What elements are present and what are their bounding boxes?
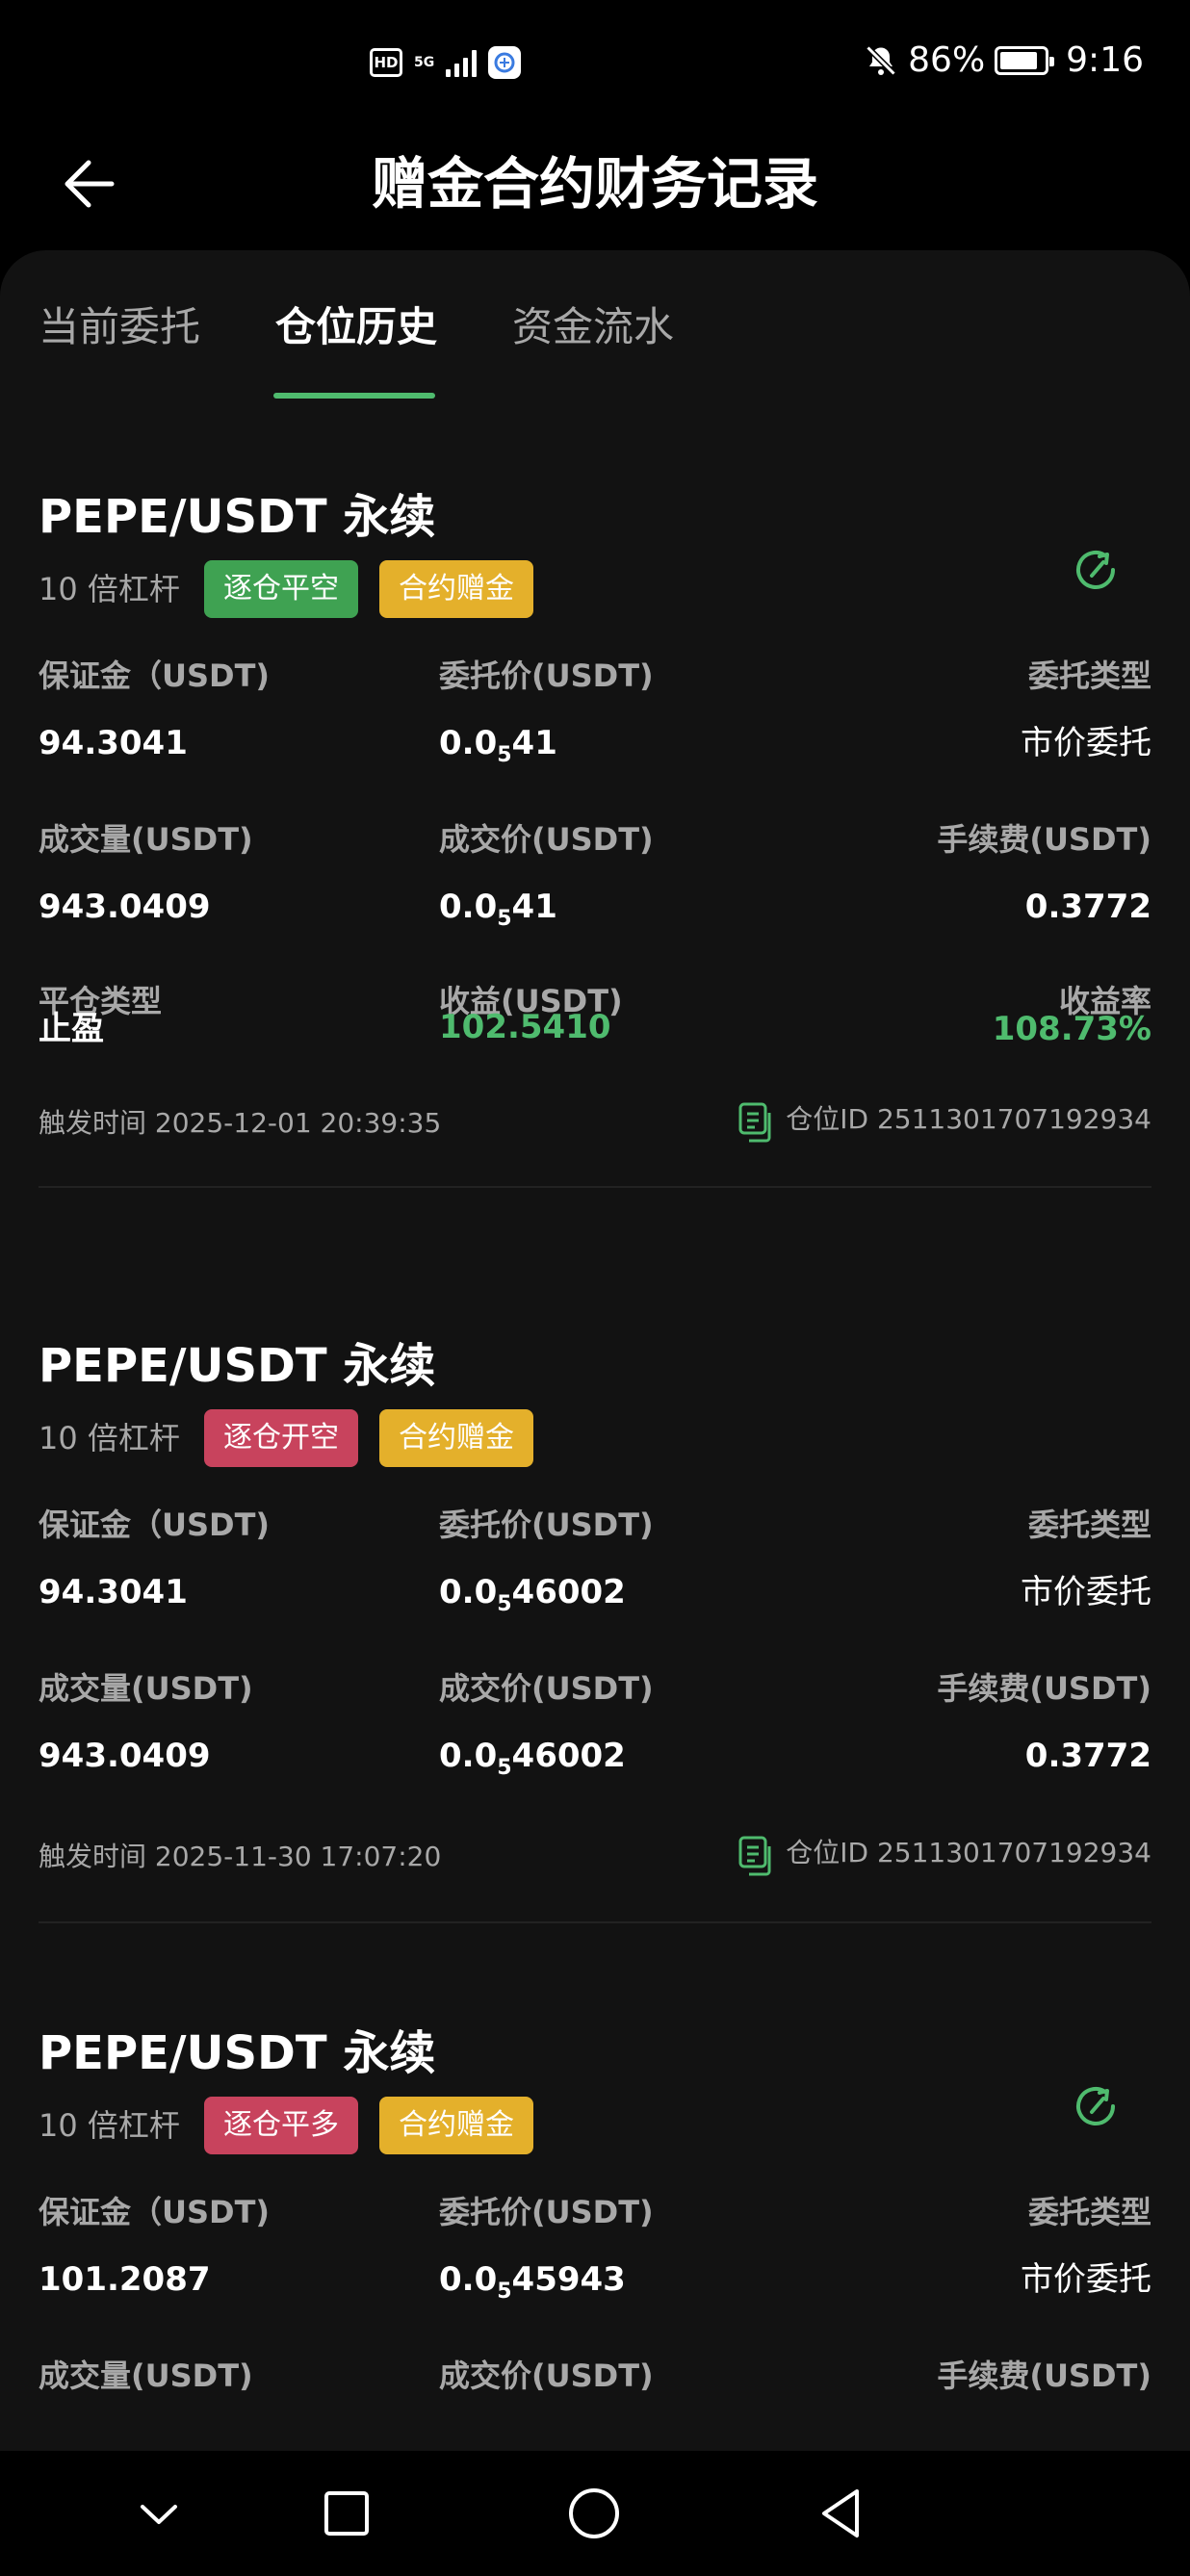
app-header: 赠金合约财务记录 [0, 135, 1190, 250]
order-price-value: 0.0545943 [439, 2260, 626, 2304]
margin-label: 保证金（USDT) [39, 2194, 271, 2230]
volume-label: 成交量(USDT) [39, 1670, 253, 1707]
signal-icon [446, 48, 478, 77]
position-id: 仓位ID 2511301707192934 [786, 1837, 1151, 1868]
active-tab-indicator [273, 393, 435, 399]
fee-label: 手续费(USDT) [937, 2357, 1151, 2394]
mute-bell-icon [866, 44, 896, 76]
margin-value: 94.3041 [39, 724, 188, 762]
home-icon[interactable] [560, 2480, 628, 2547]
trigger-time: 触发时间 2025-11-30 17:07:20 [39, 1841, 442, 1872]
close-type-value: 止盈 [39, 1010, 104, 1048]
record-card[interactable]: PEPE/USDT 永续 10 倍杠杆 逐仓开空 合约赠金 保证金（USDT) … [0, 1332, 1190, 1923]
volume-value: 943.0409 [39, 888, 211, 926]
volume-label: 成交量(USDT) [39, 2357, 253, 2394]
tab-bar: 当前委托 仓位历史 资金流水 [0, 250, 1190, 404]
fee-label: 手续费(USDT) [937, 821, 1151, 858]
fill-price-label: 成交价(USDT) [439, 2357, 654, 2394]
content-panel: 当前委托 仓位历史 资金流水 PEPE/USDT 永续 10 倍杠杆 逐仓平空 … [0, 250, 1190, 2455]
side-tag: 逐仓平多 [204, 2097, 358, 2154]
share-icon[interactable] [1067, 2077, 1125, 2135]
order-price-label: 委托价(USDT) [439, 2194, 654, 2230]
hd-icon: HD [370, 48, 402, 77]
profit-value: 102.5410 [439, 1008, 611, 1046]
order-type-label: 委托类型 [1027, 1507, 1151, 1543]
fill-price-label: 成交价(USDT) [439, 821, 654, 858]
battery-percent: 86% [908, 40, 986, 80]
record-card[interactable]: PEPE/USDT 永续 10 倍杠杆 逐仓平空 合约赠金 保证金（USDT) … [0, 483, 1190, 1022]
order-type-value: 市价委托 [1021, 2260, 1151, 2299]
volume-value: 943.0409 [39, 1737, 211, 1775]
order-price-label: 委托价(USDT) [439, 1507, 654, 1543]
status-left-icons: HD 5G [370, 46, 522, 79]
trading-pair: PEPE/USDT 永续 [39, 490, 436, 544]
margin-value: 94.3041 [39, 1573, 188, 1611]
record-card[interactable]: PEPE/USDT 永续 10 倍杠杆 逐仓平多 合约赠金 保证金（USDT) … [0, 2020, 1190, 2455]
network-type: 5G [414, 55, 435, 70]
copy-id-icon[interactable] [737, 1101, 776, 1144]
volume-label: 成交量(USDT) [39, 821, 253, 858]
trigger-time: 触发时间 2025-12-01 20:39:35 [39, 1107, 442, 1139]
divider [39, 1921, 1151, 1923]
clock: 9:16 [1066, 40, 1144, 80]
fee-value: 0.3772 [1024, 888, 1151, 926]
app-notification-icon [488, 46, 522, 79]
order-price-value: 0.0541 [439, 724, 557, 767]
page-title: 赠金合约财务记录 [371, 151, 818, 217]
record-card-continued: 止盈 102.5410 108.73% 触发时间 2025-12-01 20:3… [0, 1008, 1190, 1215]
fill-price-value: 0.0541 [439, 888, 557, 931]
system-nav-bar [0, 2451, 1190, 2576]
battery-icon [995, 45, 1055, 75]
side-tag: 逐仓平空 [204, 560, 358, 618]
position-id: 仓位ID 2511301707192934 [786, 1103, 1151, 1135]
tab-current-orders[interactable]: 当前委托 [39, 298, 200, 356]
status-bar: HD 5G 86% 9:16 [0, 0, 1190, 135]
share-icon[interactable] [1067, 541, 1125, 599]
order-type-value: 市价委托 [1021, 724, 1151, 762]
trading-pair: PEPE/USDT 永续 [39, 1339, 436, 1393]
tab-fund-flow[interactable]: 资金流水 [512, 298, 674, 356]
order-price-value: 0.0546002 [439, 1573, 626, 1616]
fee-value: 0.3772 [1024, 1737, 1151, 1775]
margin-label: 保证金（USDT) [39, 1507, 271, 1543]
tab-position-history[interactable]: 仓位历史 [275, 298, 437, 356]
divider [39, 1186, 1151, 1188]
copy-id-icon[interactable] [737, 1835, 776, 1877]
fee-label: 手续费(USDT) [937, 1670, 1151, 1707]
order-type-label: 委托类型 [1027, 657, 1151, 694]
recent-apps-icon[interactable] [313, 2480, 380, 2547]
trading-pair: PEPE/USDT 永续 [39, 2026, 436, 2080]
chevron-down-icon[interactable] [125, 2480, 193, 2547]
back-triangle-icon[interactable] [807, 2480, 874, 2547]
margin-value: 101.2087 [39, 2260, 211, 2299]
bonus-tag: 合约赠金 [379, 2097, 533, 2154]
order-type-value: 市价委托 [1021, 1573, 1151, 1611]
side-tag: 逐仓开空 [204, 1409, 358, 1467]
leverage: 10 倍杠杆 [39, 1420, 180, 1456]
order-type-label: 委托类型 [1027, 2194, 1151, 2230]
fill-price-label: 成交价(USDT) [439, 1670, 654, 1707]
bonus-tag: 合约赠金 [379, 560, 533, 618]
leverage: 10 倍杠杆 [39, 571, 180, 607]
bonus-tag: 合约赠金 [379, 1409, 533, 1467]
profit-rate-value: 108.73% [992, 1010, 1151, 1048]
leverage: 10 倍杠杆 [39, 2107, 180, 2144]
fill-price-value: 0.0546002 [439, 1737, 626, 1780]
status-right-icons: 86% 9:16 [864, 40, 1144, 80]
margin-label: 保证金（USDT) [39, 657, 271, 694]
order-price-label: 委托价(USDT) [439, 657, 654, 694]
